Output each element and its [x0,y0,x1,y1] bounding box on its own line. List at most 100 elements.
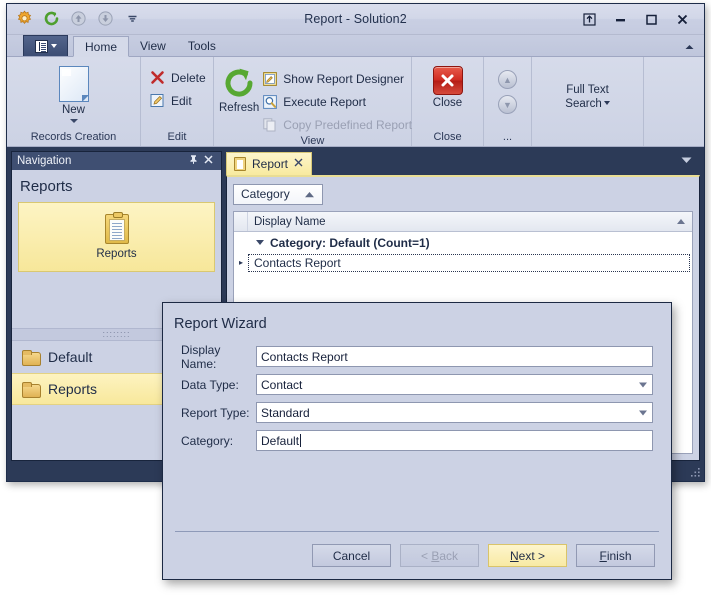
report-type-label: Report Type: [181,405,250,420]
full-text-search-line1: Full Text [566,83,609,96]
row-indicator-arrow-icon: ▸ [238,258,243,267]
title-bar: Report - Solution2 [7,4,704,35]
field-row-report-type: Report Type: Standard [181,402,653,423]
splitter-grip-icon: :::::::: [102,328,131,339]
report-type-combobox[interactable]: Standard [256,402,653,423]
copy-predefined-report-label: Copy Predefined Report [283,117,413,132]
ribbon-group-full-text-search: Full Text Search [532,57,644,146]
ribbon-group-close: Close Close [412,57,484,146]
category-label: Category: [181,433,234,448]
show-report-designer-button[interactable]: Show Report Designer [259,68,416,89]
edit-button[interactable]: Edit [146,90,210,111]
display-name-input[interactable]: Contacts Report [256,346,653,367]
refresh-circular-arrow-icon [222,66,256,100]
field-row-category: Category: Default [181,430,653,451]
ribbon-group-label-full-text-search [532,131,643,146]
report-type-value: Standard [261,405,310,420]
nav-tile-reports[interactable]: Reports [18,202,215,272]
auto-hide-pin-icon[interactable] [186,154,201,168]
data-type-combobox[interactable]: Contact [256,374,653,395]
ribbon-group-label-close: Close [433,131,462,143]
tab-view[interactable]: View [129,35,177,56]
delete-x-icon [151,71,164,84]
tab-tools[interactable]: Tools [177,35,227,56]
finish-button[interactable]: Finish [576,544,655,567]
display-name-label: Display Name: [181,342,221,371]
collapse-group-triangle-icon[interactable] [256,240,264,245]
chevron-down-icon [603,100,610,105]
text-cursor [300,434,302,447]
window-controls [574,8,697,30]
full-text-search-line2: Search [565,97,602,110]
ribbon: New Records Creation Delete Edit Edit Re… [7,57,704,147]
execute-report-button[interactable]: Execute Report [259,91,416,112]
grid-group-row[interactable]: Category: Default (Count=1) [234,232,692,253]
chevron-down-icon[interactable] [69,119,78,123]
refresh-button-label: Refresh [219,102,260,114]
close-report-button[interactable]: Close [418,62,478,109]
execute-report-magnifier-icon [263,94,278,109]
close-report-label: Close [432,97,463,109]
ribbon-group-label-records-creation: Records Creation [30,131,117,143]
edit-button-label: Edit [171,93,192,108]
column-sort-ascending-icon [677,219,685,224]
maximize-button[interactable] [636,8,666,30]
close-icon[interactable] [294,158,303,170]
move-up-circle-icon[interactable]: ▲ [498,70,517,89]
dialog-spacer [163,451,671,531]
document-tab-strip: Report [226,151,700,175]
group-by-category-chip[interactable]: Category [233,183,323,205]
grid-group-row-cell: Category: Default (Count=1) [248,236,430,250]
grid-indicator-column-header [234,212,248,231]
folder-icon [22,349,41,366]
new-button-label: New [61,104,85,116]
collapse-ribbon-button[interactable] [683,41,695,53]
table-cell-display-name[interactable]: Contacts Report [248,253,690,272]
delete-button[interactable]: Delete [146,67,210,88]
navigation-panel-title: Navigation [17,155,72,167]
category-input[interactable]: Default [256,430,653,451]
table-row[interactable]: ▸ Contacts Report [234,253,692,272]
folder-icon [22,381,41,398]
cancel-button[interactable]: Cancel [312,544,391,567]
dialog-form: Display Name: Contacts Report Data Type:… [163,332,671,451]
column-header-display-name-label: Display Name [254,215,326,228]
grid-filter-bar: Category [227,177,699,211]
refresh-button[interactable]: Refresh [219,62,259,114]
new-document-icon [58,66,89,102]
chevron-down-icon[interactable] [639,410,647,415]
sort-ascending-icon[interactable] [304,187,315,201]
resize-grip-icon[interactable] [688,466,702,480]
application-menu-button[interactable] [23,35,68,56]
full-text-search-button[interactable]: Full Text Search [565,83,610,111]
ribbon-tab-strip: Home View Tools [7,35,704,57]
grid-header-row: Display Name [234,212,692,232]
tab-report-label: Report [252,157,289,171]
ribbon-group-label-more: ... [502,131,513,143]
application-menu-icon [34,39,48,53]
next-button[interactable]: Next > [488,544,567,567]
display-name-value: Contacts Report [261,349,348,364]
new-button[interactable]: New [41,62,107,123]
column-header-display-name[interactable]: Display Name [248,216,692,228]
close-button[interactable] [667,8,697,30]
close-panel-icon[interactable] [201,154,216,168]
move-down-circle-icon[interactable]: ▼ [498,95,517,114]
chevron-down-icon[interactable] [639,382,647,387]
back-button: < Back [400,544,479,567]
navigation-group-title: Reports [20,178,73,195]
ribbon-group-records-creation: New Records Creation [7,57,141,146]
tab-report[interactable]: Report [226,152,313,175]
grid-group-row-label: Category: Default (Count=1) [270,235,430,250]
edit-pencil-icon [150,94,164,107]
ribbon-group-edit: Delete Edit Edit [141,57,214,146]
dialog-footer: Cancel < Back Next > Finish [163,532,671,579]
minimize-button[interactable] [605,8,635,30]
data-type-label: Data Type: [181,377,239,392]
document-tabs-overflow-chevron-down-icon[interactable] [681,151,692,169]
restore-layout-button[interactable] [574,8,604,30]
field-row-data-type: Data Type: Contact [181,374,653,395]
show-report-designer-label: Show Report Designer [283,71,405,86]
copy-predefined-report-button: Copy Predefined Report [259,114,416,135]
tab-home[interactable]: Home [73,36,130,57]
